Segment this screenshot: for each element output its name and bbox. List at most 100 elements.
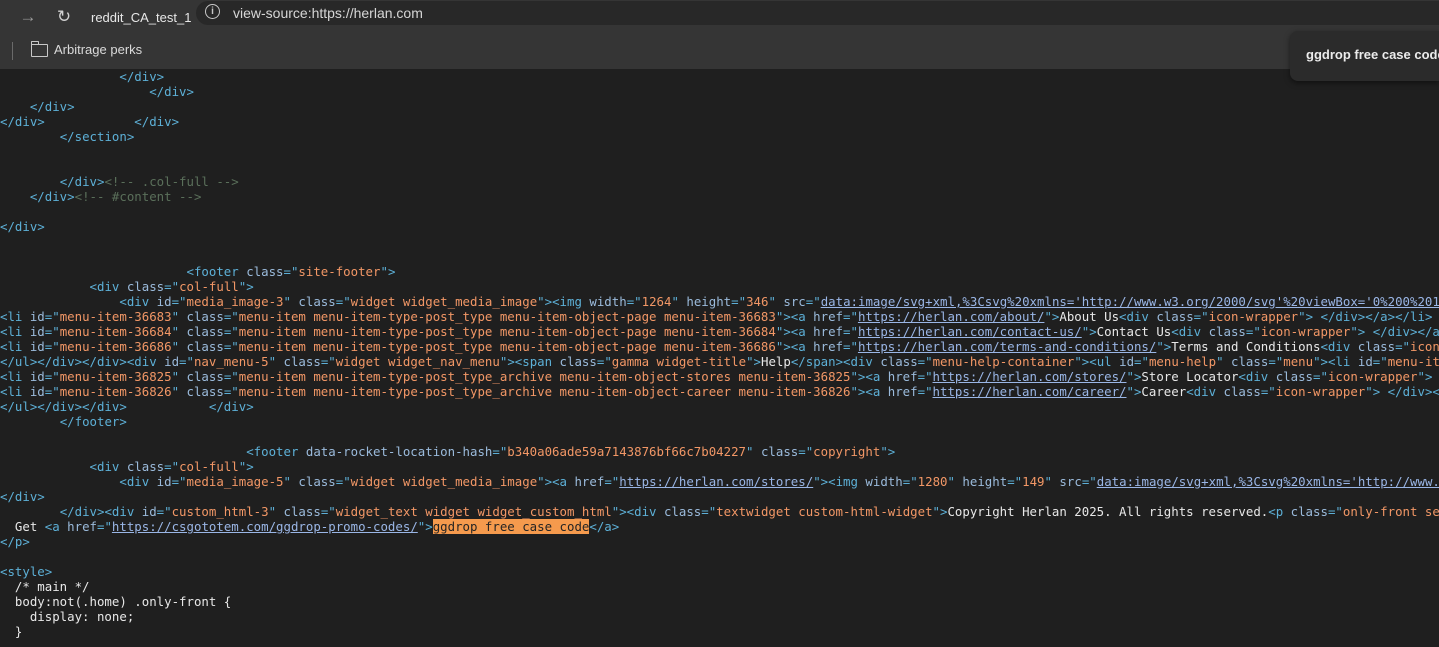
source-tag-token: " <box>283 294 299 309</box>
source-tag-token: <div <box>1119 309 1157 324</box>
source-tag-token: <style> <box>0 564 53 579</box>
source-line: display: none; <box>0 609 1439 624</box>
source-attr-value: gamma widget-title <box>611 354 747 369</box>
source-tag-token: =" <box>44 324 60 339</box>
source-attr-name: id <box>1119 354 1135 369</box>
source-tag-token: " <box>171 384 187 399</box>
source-line: <style> <box>0 564 1439 579</box>
source-link[interactable]: https://herlan.com/contact-us/ <box>858 324 1082 339</box>
source-tag-token: "><a <box>775 324 814 339</box>
source-tag-token: " <box>171 339 187 354</box>
source-attr-name: class <box>186 324 224 339</box>
source-tag-token: "><img <box>537 294 590 309</box>
source-tag-token: "><a <box>850 384 888 399</box>
source-attr-value: widget widget_nav_menu <box>335 354 500 369</box>
source-tag-token: " <box>268 354 284 369</box>
source-text <box>0 294 119 309</box>
folder-icon[interactable] <box>30 40 48 57</box>
source-link[interactable]: https://herlan.com/career/ <box>933 384 1127 399</box>
source-link[interactable]: https://herlan.com/terms-and-conditions/ <box>858 339 1156 354</box>
address-bar[interactable]: i view-source:https://herlan.com <box>196 1 1439 25</box>
source-attr-name: id <box>1357 354 1373 369</box>
source-tag-token: =" <box>1134 354 1149 369</box>
source-tag-token: "><a <box>850 369 888 384</box>
bookmarks-bar: Arbitrage perks <box>0 35 1439 69</box>
source-attr-value: menu-item-36683 <box>59 309 172 324</box>
source-attr-value: menu-item-36684 <box>59 324 172 339</box>
source-line: <li id="menu-item-36683" class="menu-ite… <box>0 309 1439 324</box>
reload-icon[interactable]: ↻ <box>50 3 78 31</box>
source-attr-name: width <box>865 474 903 489</box>
source-attr-name: id <box>156 474 172 489</box>
source-tag-token: =" <box>283 264 299 279</box>
source-line: </div><!-- .col-full --> <box>0 174 1439 189</box>
source-line: <div class="col-full"> <box>0 279 1439 294</box>
source-attr-name: id <box>29 339 45 354</box>
source-line: </div> <box>0 489 1439 504</box>
source-tag-token: " <box>268 504 284 519</box>
source-line <box>0 144 1439 159</box>
source-tag-token: =" <box>335 474 351 489</box>
source-attr-name: id <box>164 354 180 369</box>
bookmark-folder-arbitrage-perks[interactable]: Arbitrage perks <box>54 42 142 57</box>
source-attr-name: href <box>813 324 844 339</box>
source-text: display: none; <box>0 609 135 624</box>
source-tag-token: =" <box>1081 474 1097 489</box>
source-tag-token: "> <box>238 459 254 474</box>
source-tag-token: "> <box>238 279 254 294</box>
bookmarks-divider <box>12 42 13 60</box>
source-attr-value: menu-item menu-item-type-post_type menu-… <box>238 309 776 324</box>
source-attr-name: src <box>1059 474 1082 489</box>
source-text: /* main */ <box>0 579 90 594</box>
source-tag-token: " <box>1216 354 1232 369</box>
source-line: </ul></div></div><div id="nav_menu-5" cl… <box>0 354 1439 369</box>
source-link[interactable]: https://csgototem.com/ggdrop-promo-codes… <box>112 519 418 534</box>
source-link[interactable]: data:image/svg+xml,%3Csvg%20xmlns='http:… <box>1097 474 1439 489</box>
source-code-view[interactable]: </div> </div> </div> </div> </div> </sect… <box>0 69 1439 647</box>
source-text: Get <box>0 519 45 534</box>
source-tag-token: </div> <box>134 114 180 129</box>
source-attr-value: widget widget_media_image <box>350 474 538 489</box>
source-tag-token: =" <box>1327 504 1343 519</box>
tab-title[interactable]: reddit_CA_test_1 <box>91 10 191 25</box>
source-attr-name: class <box>559 354 597 369</box>
source-text: body:not(.home) .only-front { <box>0 594 232 609</box>
source-tag-token: "><div <box>611 504 664 519</box>
source-line: <footer data-rocket-location-hash="b340a… <box>0 444 1439 459</box>
source-tag-token: =" <box>223 339 239 354</box>
source-link[interactable]: https://herlan.com/about/ <box>858 309 1045 324</box>
source-attr-name: class <box>126 459 165 474</box>
source-attr-value: widget widget_media_image <box>350 294 538 309</box>
source-tag-token: =" <box>44 384 60 399</box>
source-tag-token: "> </div></a></li> <box>1350 324 1439 339</box>
source-tag-token: </div> <box>149 84 194 99</box>
source-attr-name: height <box>962 474 1008 489</box>
source-tag-token: "> <box>932 504 948 519</box>
source-tag-token: =" <box>223 324 239 339</box>
site-info-icon[interactable]: i <box>205 4 220 19</box>
source-attr-value: menu-item-36825 <box>59 369 172 384</box>
source-attr-name: class <box>298 294 336 309</box>
source-line: <div id="media_image-3" class="widget wi… <box>0 294 1439 309</box>
url-text[interactable]: view-source:https://herlan.com <box>233 5 423 21</box>
source-tag-token: </div> <box>119 69 165 84</box>
source-tag-token: </section> <box>59 129 135 144</box>
source-link[interactable]: https://herlan.com/stores/ <box>619 474 813 489</box>
source-attr-value: 149 <box>1022 474 1045 489</box>
source-link[interactable]: data:image/svg+xml,%3Csvg%20xmlns='http:… <box>821 294 1439 309</box>
source-tag-token: "><a <box>775 339 814 354</box>
forward-arrow-icon[interactable]: → <box>14 3 42 31</box>
source-line: body:not(.home) .only-front { <box>0 594 1439 609</box>
source-tag-token: "> <box>1156 339 1172 354</box>
source-attr-value: custom_html-3 <box>171 504 269 519</box>
source-tag-token: "> <box>1126 384 1142 399</box>
source-link[interactable]: https://herlan.com/stores/ <box>933 369 1127 384</box>
source-attr-name: class <box>283 354 321 369</box>
source-tag-token: =" <box>97 519 112 534</box>
source-tag-token: " <box>171 309 187 324</box>
source-line <box>0 249 1439 264</box>
source-attr-value: menu-item menu-item-type-post_type_archi… <box>238 369 851 384</box>
source-tag-token: =" <box>596 354 612 369</box>
source-tag-token: "><span <box>499 354 560 369</box>
source-tag-token: =" <box>917 369 933 384</box>
